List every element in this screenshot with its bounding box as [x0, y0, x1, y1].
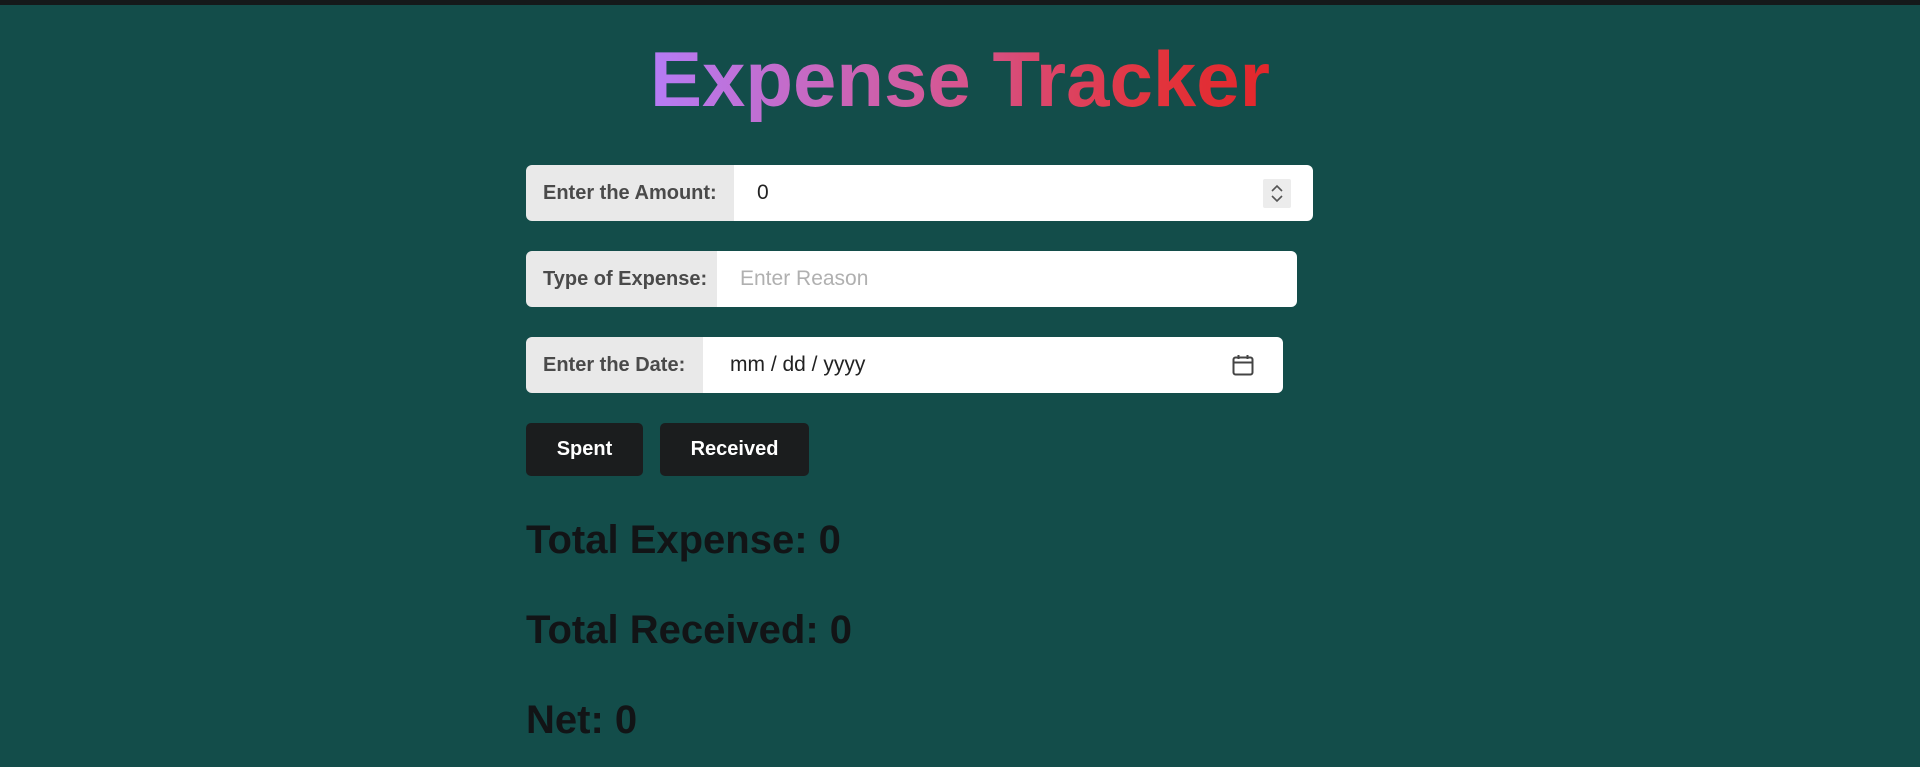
amount-label: Enter the Amount: [526, 165, 734, 221]
received-button[interactable]: Received [660, 423, 809, 476]
spent-button[interactable]: Spent [526, 423, 643, 476]
browser-top-strip [0, 0, 1920, 5]
date-input[interactable]: mm / dd / yyyy [730, 353, 865, 377]
number-spinner-icon[interactable] [1263, 179, 1291, 208]
amount-field-wrapper [734, 165, 1313, 221]
date-row: Enter the Date: mm / dd / yyyy [526, 337, 1283, 393]
date-label: Enter the Date: [526, 337, 703, 393]
amount-row: Enter the Amount: [526, 165, 1313, 221]
date-field-wrapper: mm / dd / yyyy [703, 337, 1283, 393]
page-title: Expense Tracker [0, 38, 1920, 120]
expense-type-label: Type of Expense: [526, 251, 717, 307]
expense-type-row: Type of Expense: [526, 251, 1297, 307]
expense-type-input[interactable] [740, 251, 1297, 307]
amount-input[interactable] [757, 165, 1313, 221]
page-title-text: Expense Tracker [649, 35, 1271, 123]
total-received: Total Received: 0 [526, 608, 853, 652]
expense-type-field-wrapper [717, 251, 1297, 307]
net-total: Net: 0 [526, 698, 638, 742]
total-expense: Total Expense: 0 [526, 518, 841, 562]
calendar-icon[interactable] [1231, 353, 1255, 382]
